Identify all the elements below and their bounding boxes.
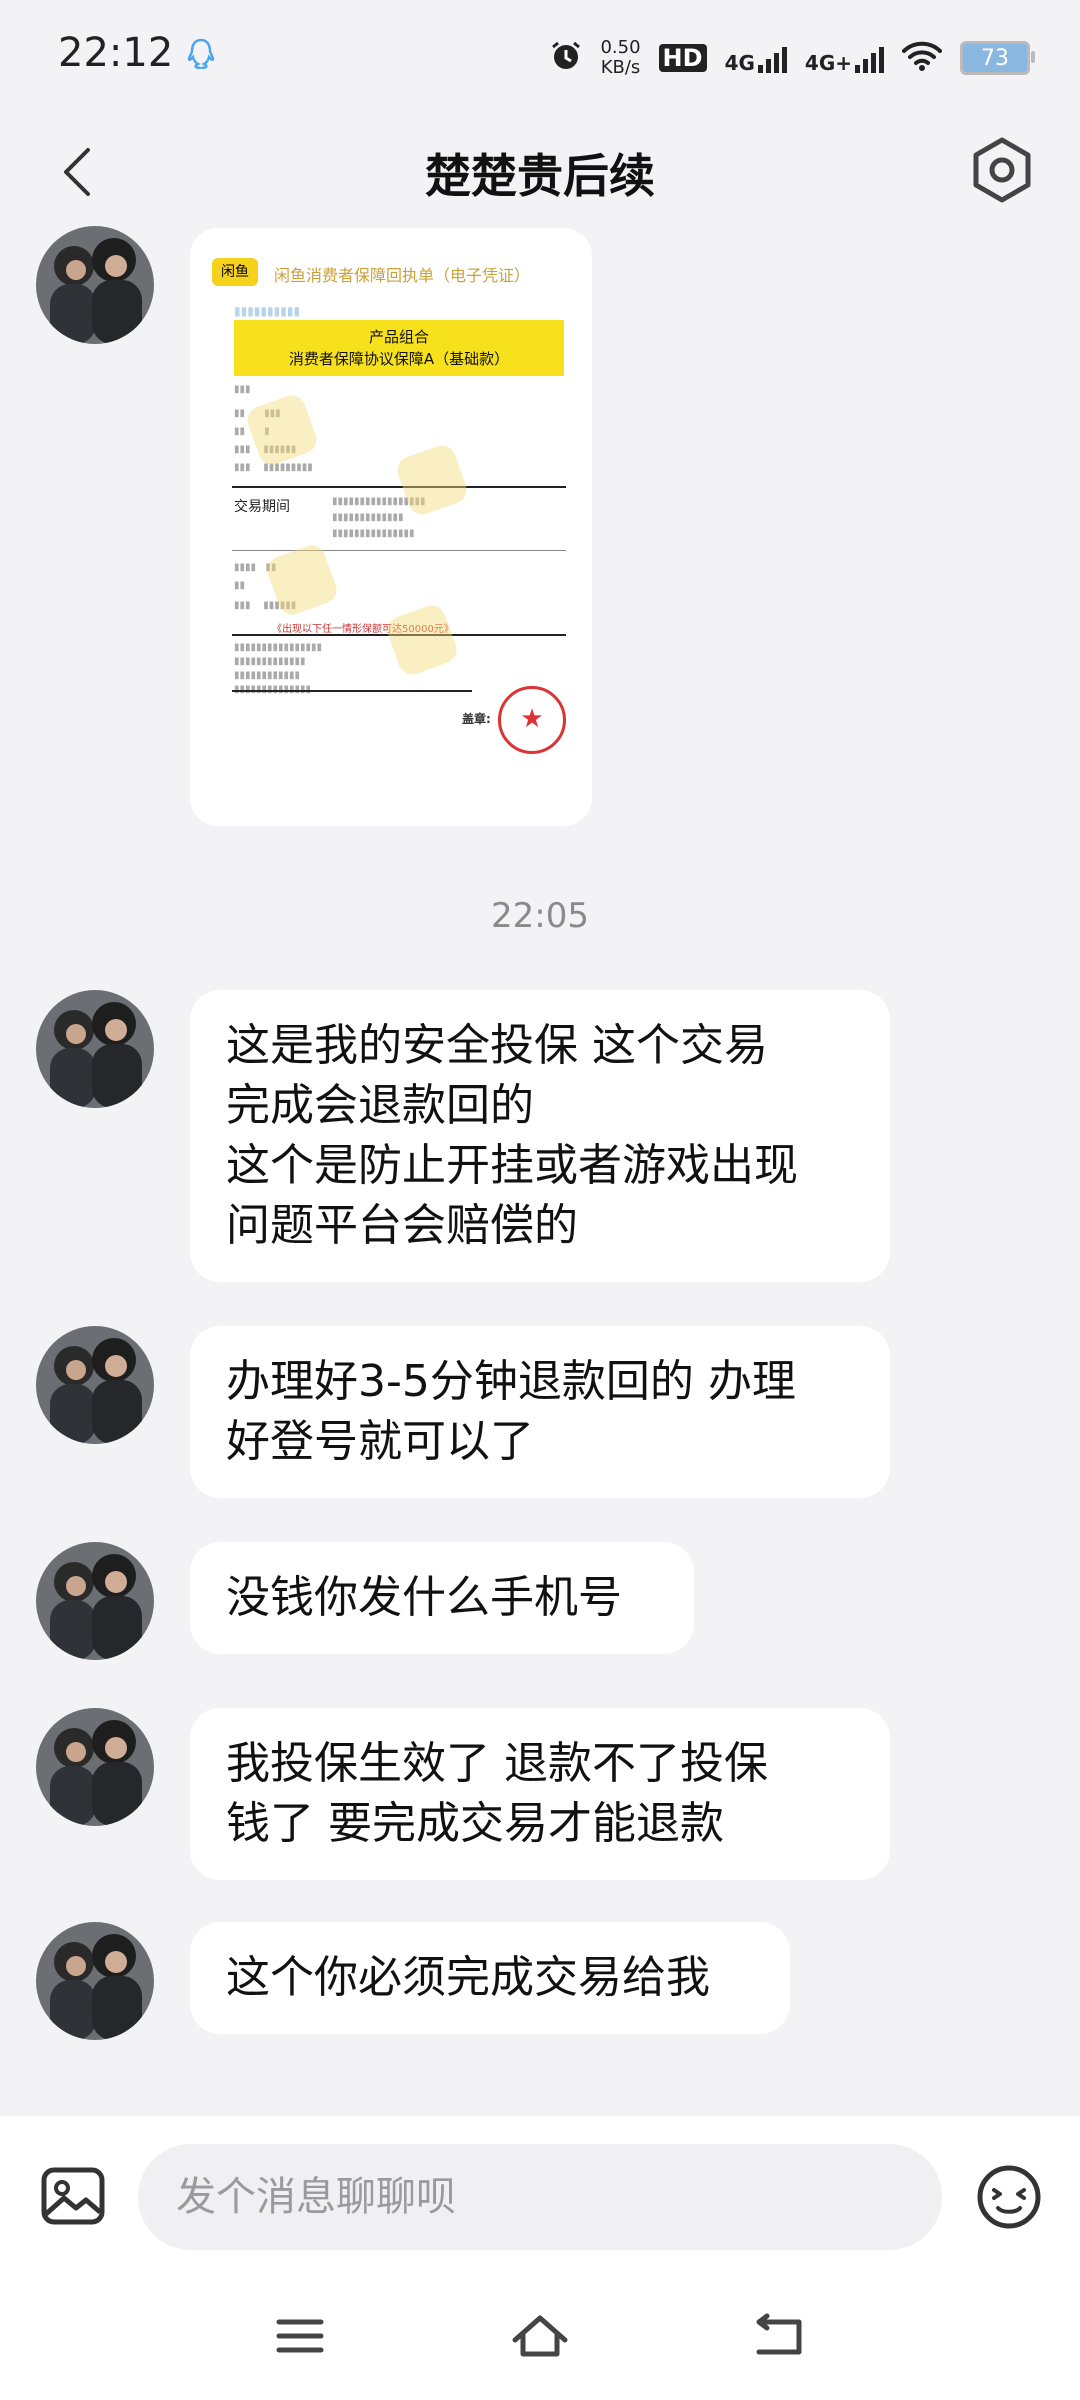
status-bar: 22:12 0.50 KB/s HD 4G 4G+ 73 <box>0 0 1080 120</box>
receipt-title: 闲鱼消费者保障回执单（电子凭证） <box>274 266 531 285</box>
message-input-bar <box>0 2116 1080 2276</box>
avatar-photo-icon <box>36 226 154 344</box>
emoji-button[interactable] <box>974 2162 1044 2232</box>
message-bubble[interactable]: 这个你必须完成交易给我 <box>190 1922 790 2034</box>
avatar-photo-icon <box>36 1542 154 1660</box>
avatar[interactable] <box>36 1708 154 1826</box>
settings-hexagon-icon <box>973 137 1031 203</box>
net-speed: 0.50 KB/s <box>600 37 641 78</box>
alarm-icon <box>550 40 582 76</box>
message-input[interactable] <box>138 2144 942 2250</box>
back-arrow-icon <box>756 2313 802 2355</box>
avatar[interactable] <box>36 226 154 344</box>
avatar[interactable] <box>36 990 154 1108</box>
home-icon <box>512 2315 568 2357</box>
watermark-icon <box>243 391 321 469</box>
nav-back-button[interactable] <box>745 2306 815 2366</box>
message-bubble[interactable]: 办理好3-5分钟退款回的 办理 好登号就可以了 <box>190 1326 890 1498</box>
watermark-icon <box>383 601 461 679</box>
menu-icon <box>276 2319 324 2353</box>
message-bubble[interactable]: 没钱你发什么手机号 <box>190 1542 694 1654</box>
nav-menu-button[interactable] <box>265 2306 335 2366</box>
settings-button[interactable] <box>962 130 1042 210</box>
nav-home-button[interactable] <box>505 2306 575 2366</box>
status-time: 22:12 <box>58 30 174 76</box>
signal-icon <box>855 43 884 73</box>
image-message[interactable]: 闲鱼 闲鱼消费者保障回执单（电子凭证） ▮▮▮▮▮▮▮▮▮▮ 产品组合 消费者保… <box>190 228 592 826</box>
avatar-photo-icon <box>36 1326 154 1444</box>
page-title: 楚楚贵后续 <box>425 149 655 203</box>
wifi-icon <box>902 40 942 76</box>
avatar-photo-icon <box>36 1708 154 1826</box>
product-banner: 产品组合 消费者保障协议保障A（基础款） <box>234 320 564 376</box>
signal-icon <box>757 43 787 73</box>
avatar[interactable] <box>36 1326 154 1444</box>
qq-notification-icon <box>186 38 216 76</box>
system-nav-bar <box>0 2276 1080 2400</box>
hd-badge: HD <box>658 44 707 72</box>
red-seal-stamp: ★ <box>498 686 566 754</box>
avatar-photo-icon <box>36 990 154 1108</box>
avatar-photo-icon <box>36 1922 154 2040</box>
network-type-2: 4G+ <box>804 51 852 75</box>
emoji-face-icon <box>977 2165 1041 2229</box>
message-bubble[interactable]: 我投保生效了 退款不了投保 钱了 要完成交易才能退款 <box>190 1708 890 1880</box>
network-type-1: 4G <box>724 51 755 75</box>
image-picker-button[interactable] <box>38 2164 108 2228</box>
message-timestamp: 22:05 <box>491 896 589 936</box>
image-icon <box>41 2167 105 2225</box>
avatar[interactable] <box>36 1922 154 2040</box>
chat-header: 楚楚贵后续 <box>0 120 1080 220</box>
avatar[interactable] <box>36 1542 154 1660</box>
insurance-receipt-image: 闲鱼 闲鱼消费者保障回执单（电子凭证） ▮▮▮▮▮▮▮▮▮▮ 产品组合 消费者保… <box>212 250 568 804</box>
battery-icon: 73 <box>960 41 1035 75</box>
xianyu-logo: 闲鱼 <box>212 258 258 286</box>
message-bubble[interactable]: 这是我的安全投保 这个交易 完成会退款回的 这个是防止开挂或者游戏出现 问题平台… <box>190 990 890 1282</box>
